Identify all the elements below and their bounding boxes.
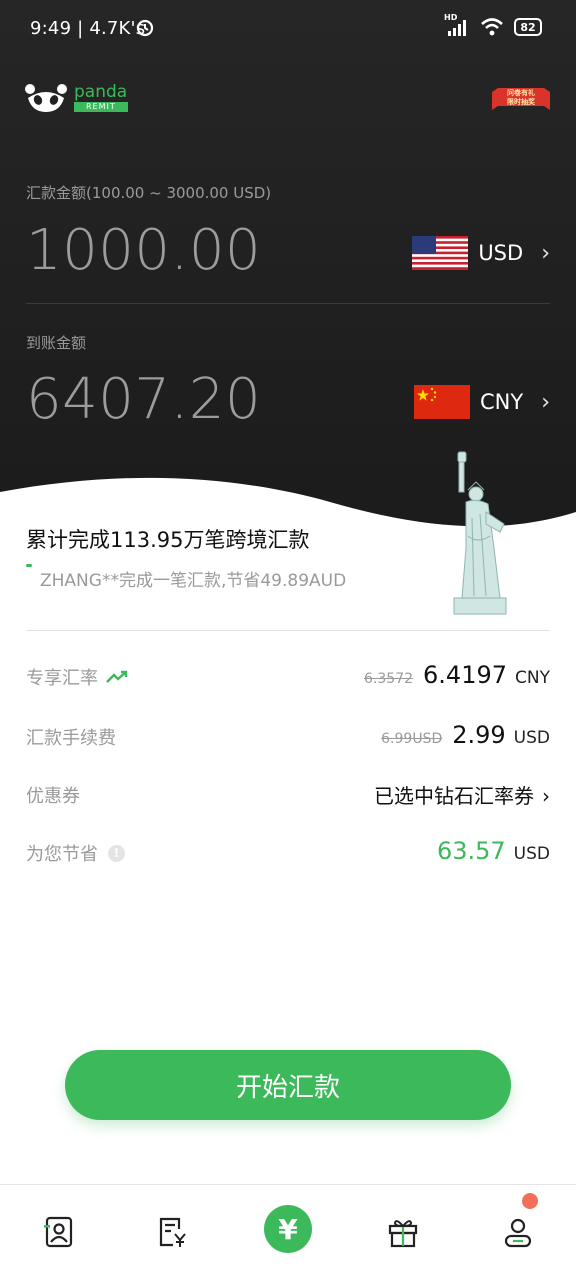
fee-row-value: 6.99USD 2.99 USD bbox=[381, 721, 550, 749]
wifi-icon bbox=[481, 18, 503, 36]
send-amount-label: 汇款金额(100.00 ~ 3000.00 USD) bbox=[26, 184, 272, 202]
send-currency-code: USD bbox=[478, 241, 524, 265]
receive-currency-selector[interactable]: CNY › bbox=[413, 385, 550, 419]
receive-currency-code: CNY bbox=[479, 390, 524, 414]
tab-contacts[interactable] bbox=[34, 1207, 84, 1257]
coupon-value: 已选中钻石汇率券 bbox=[374, 784, 534, 808]
brand-logo: panda REMIT bbox=[24, 82, 128, 114]
chevron-right-icon: › bbox=[541, 240, 550, 266]
brand-name: panda bbox=[74, 82, 128, 102]
bottom-tab-bar: ¥ bbox=[0, 1184, 576, 1280]
coupon-row-label: 优惠券 bbox=[26, 782, 80, 808]
status-time: 9:49 | 4.7K's bbox=[30, 18, 146, 39]
send-currency-selector[interactable]: USD › bbox=[412, 236, 550, 270]
coupon-label: 优惠券 bbox=[26, 786, 80, 807]
status-icons: HD 82 bbox=[444, 13, 542, 37]
rate-old: 6.3572 bbox=[364, 671, 414, 687]
savings-row-value: 63.57 USD bbox=[437, 837, 550, 865]
savings-value: 63.57 bbox=[436, 837, 506, 865]
orders-icon bbox=[159, 1217, 186, 1247]
coupon-selector[interactable]: 已选中钻石汇率券 › bbox=[374, 780, 550, 809]
promo-line1: 问卷有礼 bbox=[507, 89, 535, 97]
tab-rewards[interactable] bbox=[378, 1207, 428, 1257]
rate-value: 6.4197 bbox=[423, 661, 508, 689]
rate-label: 专享汇率 bbox=[26, 668, 98, 689]
profile-icon bbox=[504, 1218, 532, 1248]
tab-profile[interactable] bbox=[493, 1207, 543, 1257]
promo-banner[interactable]: 问卷有礼 限时抽奖 bbox=[492, 86, 550, 112]
savings-row-label: 为您节省 ! bbox=[26, 840, 125, 866]
battery-indicator: 82 bbox=[514, 18, 542, 36]
chevron-right-icon: › bbox=[541, 389, 550, 415]
savings-label: 为您节省 bbox=[26, 844, 98, 865]
clock-icon bbox=[136, 19, 154, 37]
fee-old: 6.99USD bbox=[381, 731, 443, 747]
rate-unit: CNY bbox=[515, 668, 550, 688]
savings-unit: USD bbox=[513, 844, 550, 864]
info-icon[interactable]: ! bbox=[108, 844, 125, 862]
stats-title: 累计完成113.95万笔跨境汇款 bbox=[26, 528, 310, 552]
send-amount-input[interactable]: 1000.00 bbox=[26, 218, 261, 283]
receive-amount-value[interactable]: 6407.20 bbox=[26, 367, 261, 432]
brand-badge: REMIT bbox=[74, 102, 128, 112]
tab-remit[interactable]: ¥ bbox=[264, 1205, 312, 1253]
section-divider bbox=[26, 630, 550, 631]
hero-divider bbox=[26, 303, 550, 304]
contacts-icon bbox=[44, 1216, 73, 1248]
fee-label: 汇款手续费 bbox=[26, 728, 116, 749]
rate-row-label: 专享汇率 bbox=[26, 664, 128, 690]
tab-orders[interactable] bbox=[147, 1207, 197, 1257]
fee-unit: USD bbox=[513, 728, 550, 748]
promo-line2: 限时抽奖 bbox=[507, 98, 535, 106]
stats-ticker: ZHANG**完成一笔汇款,节省49.89AUD bbox=[40, 571, 347, 591]
trend-up-icon bbox=[106, 670, 128, 683]
rate-row-value: 6.3572 6.4197 CNY bbox=[364, 661, 550, 689]
receive-amount-label: 到账金额 bbox=[26, 334, 87, 352]
status-bar: 9:49 | 4.7K's HD 82 bbox=[0, 0, 576, 60]
panda-logo-icon bbox=[25, 84, 67, 112]
chevron-right-icon: › bbox=[542, 784, 550, 808]
us-flag-icon bbox=[412, 236, 469, 270]
signal-icon: HD bbox=[444, 13, 470, 37]
start-remittance-button[interactable]: 开始汇款 bbox=[65, 1050, 511, 1120]
cn-flag-icon bbox=[413, 385, 470, 419]
gift-icon bbox=[388, 1220, 418, 1248]
ticker-indicator bbox=[26, 564, 32, 567]
statue-of-liberty-icon bbox=[453, 451, 507, 615]
fee-value: 2.99 bbox=[452, 721, 506, 749]
fee-row-label: 汇款手续费 bbox=[26, 724, 116, 750]
notification-badge bbox=[522, 1193, 538, 1209]
